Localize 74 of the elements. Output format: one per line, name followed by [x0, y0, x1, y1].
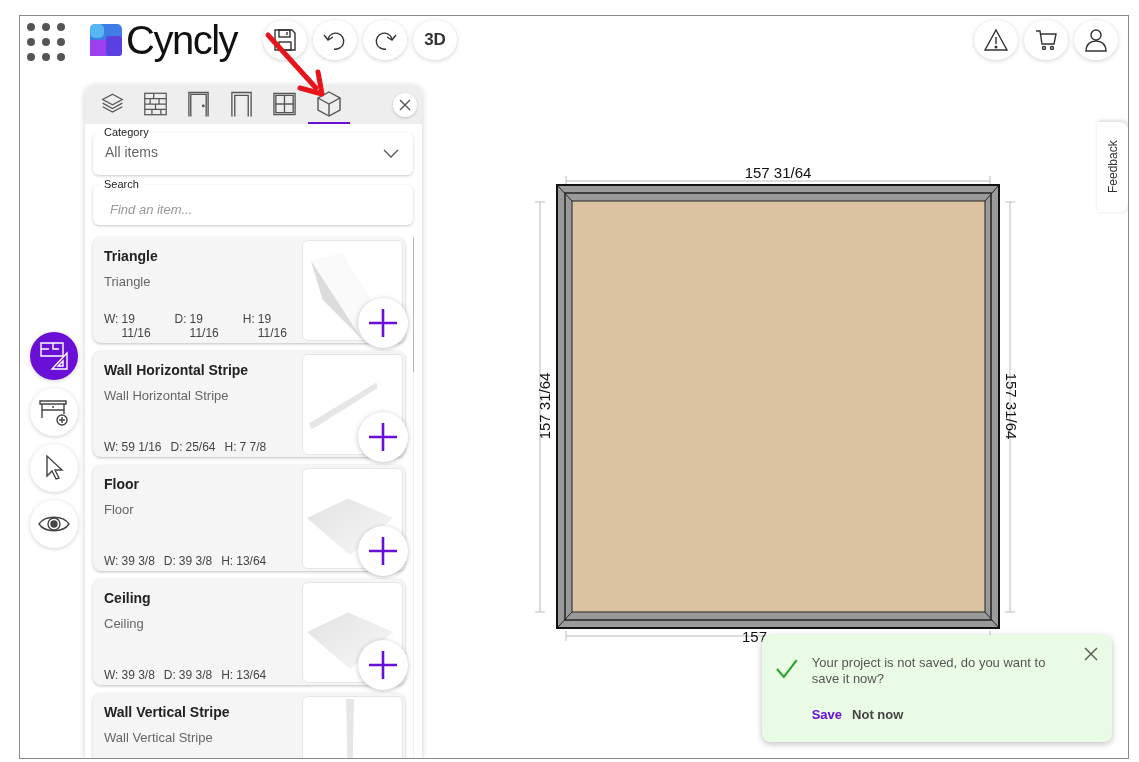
floorplan-tool-button[interactable]: [30, 332, 78, 380]
3d-view-button[interactable]: 3D: [413, 20, 458, 60]
save-button[interactable]: [263, 20, 308, 60]
item-dimension: H: 13/64: [221, 668, 267, 682]
item-dimension: W: 19 11/16: [104, 312, 152, 340]
cart-icon: [1034, 28, 1058, 52]
feedback-tab[interactable]: Feedback: [1097, 122, 1128, 212]
pointer-tool-button[interactable]: [30, 444, 78, 492]
save-link[interactable]: Save: [811, 707, 843, 722]
user-icon: [1083, 27, 1109, 53]
item-subtitle: Wall Vertical Stripe: [104, 730, 214, 745]
warning-button[interactable]: [974, 20, 1018, 60]
item-title: Triangle: [104, 248, 159, 264]
scrollbar[interactable]: [413, 237, 414, 758]
window-icon: [272, 90, 297, 117]
item-subtitle: Triangle: [104, 274, 152, 289]
plus-icon: [368, 650, 398, 680]
cart-button[interactable]: [1024, 20, 1068, 60]
item-dimension: H: 13/64: [221, 554, 267, 568]
logo-text: Cyncly: [126, 20, 238, 60]
logo-icon: [90, 24, 122, 56]
select-value: All items: [105, 144, 158, 160]
add-button[interactable]: [358, 298, 408, 348]
plus-icon: [368, 536, 398, 566]
scrollbar-thumb[interactable]: [413, 237, 414, 372]
door-icon: [186, 89, 211, 118]
close-button[interactable]: [393, 93, 417, 117]
item-title: Ceiling: [104, 590, 152, 606]
eye-tool-button[interactable]: [30, 500, 78, 548]
field-label: Search: [101, 178, 142, 190]
plus-icon: [368, 422, 398, 452]
undo-button[interactable]: [313, 20, 358, 60]
item-title: Floor: [104, 476, 140, 492]
cube-icon: [315, 89, 343, 118]
furniture-tool-button[interactable]: [30, 388, 78, 436]
add-button[interactable]: [358, 526, 408, 576]
dimension-label: 157 31/64: [1003, 372, 1020, 440]
item-dimension: H: 19 11/16: [242, 312, 288, 340]
item-dimension: D: 25/64: [170, 440, 216, 454]
add-button[interactable]: [358, 640, 408, 690]
item-subtitle: Ceiling: [104, 616, 145, 631]
item-dimension: H: 7 7/8: [224, 440, 267, 454]
doorway-icon: [229, 89, 254, 118]
plus-icon: [368, 308, 398, 338]
checkmark-icon: [776, 659, 798, 679]
apps-grid-icon[interactable]: [26, 22, 66, 62]
item-subtitle: Floor: [104, 502, 135, 517]
add-button[interactable]: [358, 412, 408, 462]
close-button[interactable]: [1084, 647, 1100, 663]
warning-icon: [983, 28, 1009, 52]
chevron-down-icon: [383, 149, 399, 159]
notification-message: Your project is not saved, do you want to save it now?: [811, 655, 1047, 687]
redo-button[interactable]: [363, 20, 408, 60]
save-icon: [272, 27, 299, 53]
item-dimension: D: 39 3/8: [163, 554, 213, 568]
item-dimension: D: 19 11/16: [174, 312, 220, 340]
item-dimension: W: 59 1/16: [104, 440, 162, 454]
dimension-label: 157: [742, 628, 768, 645]
item-dimension: D: 39 3/8: [163, 668, 213, 682]
item-title: Wall Vertical Stripe: [104, 704, 231, 720]
user-button[interactable]: [1074, 20, 1118, 60]
item-dimension: W: 39 3/8: [104, 668, 155, 682]
floorplan-icon: [38, 340, 70, 372]
catalog-item-card[interactable]: Wall Vertical Stripe Wall Vertical Stripe: [93, 693, 405, 758]
pointer-icon: [43, 454, 65, 482]
item-title: Wall Horizontal Stripe: [104, 362, 250, 378]
dimension-label: 157 31/64: [744, 164, 812, 181]
field-label: Category: [101, 126, 152, 138]
not-now-link[interactable]: Not now: [852, 707, 904, 722]
close-icon: [399, 99, 411, 111]
item-subtitle: Wall Horizontal Stripe: [104, 388, 230, 403]
item-dimension: W: 39 3/8: [104, 554, 155, 568]
dimension-label: 157 31/64: [536, 372, 553, 440]
close-icon: [1084, 647, 1099, 661]
